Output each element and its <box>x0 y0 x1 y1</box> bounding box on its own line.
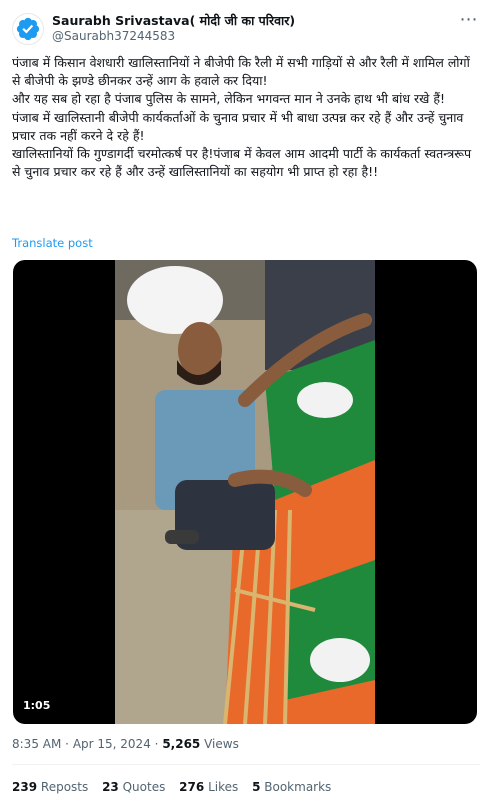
likes-stat[interactable]: 276 Likes <box>179 780 238 794</box>
tweet-meta: 8:35 AM · Apr 15, 2024 · 5,265 Views <box>12 737 239 751</box>
video-frame <box>115 260 375 724</box>
reposts-label: Reposts <box>40 780 89 794</box>
video-player[interactable]: 1:05 <box>13 260 477 724</box>
tweet-header: Saurabh Srivastava( मोदी जी का परिवार) @… <box>0 0 492 52</box>
meta-separator: · <box>65 737 69 751</box>
tweet-text: पंजाब में किसान वेशधारी खालिस्तानियों ने… <box>12 55 472 180</box>
views-label: Views <box>204 737 239 751</box>
video-thumbnail <box>115 260 375 724</box>
video-duration: 1:05 <box>23 699 51 712</box>
verified-badge-icon <box>16 17 40 41</box>
likes-count: 276 <box>179 780 205 794</box>
divider <box>12 764 480 765</box>
post-time[interactable]: 8:35 AM <box>12 737 61 751</box>
views-count: 5,265 <box>162 737 201 751</box>
quotes-label: Quotes <box>122 780 166 794</box>
translate-post-link[interactable]: Translate post <box>12 236 93 250</box>
quotes-count: 23 <box>102 780 119 794</box>
reposts-stat[interactable]: 239 Reposts <box>12 780 88 794</box>
reposts-count: 239 <box>12 780 38 794</box>
bookmarks-count: 5 <box>252 780 261 794</box>
likes-label: Likes <box>208 780 239 794</box>
quotes-stat[interactable]: 23 Quotes <box>102 780 165 794</box>
author-name[interactable]: Saurabh Srivastava( मोदी जी का परिवार) <box>52 12 295 29</box>
bookmarks-label: Bookmarks <box>264 780 332 794</box>
meta-separator: · <box>154 737 159 751</box>
bookmarks-stat[interactable]: 5 Bookmarks <box>252 780 331 794</box>
more-options-icon[interactable]: ⋯ <box>458 10 478 30</box>
post-date[interactable]: Apr 15, 2024 <box>73 737 151 751</box>
engagement-stats: 239 Reposts 23 Quotes 276 Likes 5 Bookma… <box>12 780 341 794</box>
avatar[interactable] <box>12 13 44 45</box>
author-handle[interactable]: @Saurabh37244583 <box>52 29 175 43</box>
